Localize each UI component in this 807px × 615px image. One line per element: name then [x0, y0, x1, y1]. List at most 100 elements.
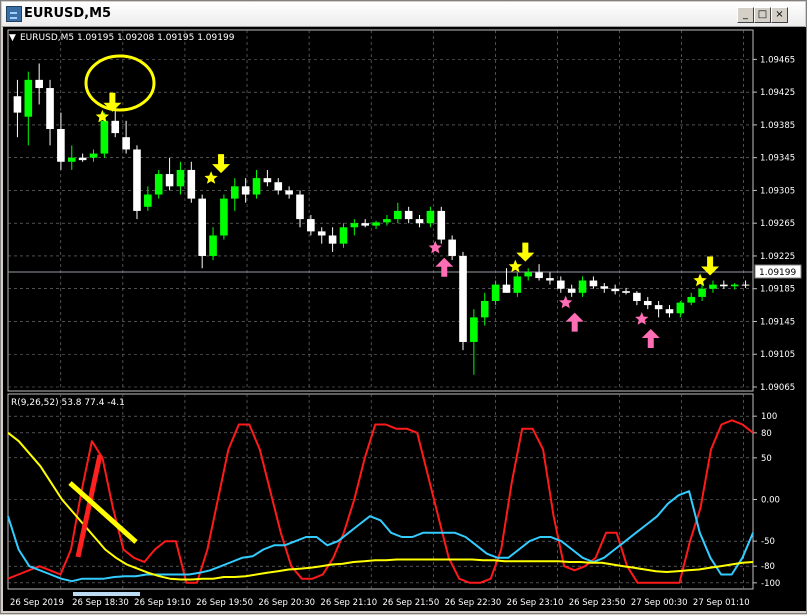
buy-arrow-icon [435, 257, 454, 277]
candle-body [339, 227, 348, 244]
candle-body [350, 223, 359, 228]
candle-body [13, 96, 22, 113]
candle-body [665, 309, 674, 314]
maximize-button[interactable]: □ [754, 7, 771, 23]
time-tick-label: 26 Sep 21:50 [383, 598, 440, 608]
time-tick-label: 26 Sep 18:30 [72, 598, 129, 608]
candle-body [57, 129, 65, 162]
indicator-tick-label: -100 [761, 579, 780, 589]
candle-body [154, 174, 163, 195]
signal-markers [95, 92, 720, 349]
price-tick-label: 1.09265 [760, 219, 795, 229]
candle-body [491, 284, 500, 301]
price-chart-header: EURUSD,M5 1.09195 1.09208 1.09195 1.0919… [20, 33, 235, 43]
candle-body [741, 284, 750, 286]
candle-body [633, 292, 641, 301]
indicator-tick-label: 80 [761, 429, 772, 439]
indicator-line-yellow [7, 432, 754, 581]
candle-body [252, 178, 261, 195]
indicator-header: R(9,26,52) 53.8 77.4 -4.1 [11, 398, 125, 408]
indicator-tick-label: -50 [761, 537, 775, 547]
signal-star-icon [635, 312, 649, 325]
price-pane-frame [7, 29, 754, 392]
candle-body [78, 157, 87, 161]
candle-body [296, 194, 304, 220]
candle-body [285, 190, 293, 195]
grid [8, 30, 753, 589]
indicator-tick-label: 50 [761, 454, 772, 464]
candle-body [35, 79, 43, 89]
chart-canvas[interactable]: 1.09465 1.09425 1.09385 1.09345 1.09305 1.092… [3, 27, 806, 611]
candle-body [187, 169, 196, 199]
candle-body [220, 198, 228, 236]
candle-body [611, 288, 619, 292]
candle-body [122, 137, 130, 150]
candle-body [274, 182, 283, 191]
time-tick-label: 27 Sep 00:30 [631, 598, 688, 608]
candle-body [589, 280, 598, 287]
yellow-trendline-annotation [68, 481, 138, 544]
candle-body [557, 280, 565, 289]
price-tick-label: 1.09225 [760, 252, 795, 262]
candle-body [100, 120, 109, 154]
indicator-tick-label: 100 [761, 412, 777, 422]
sell-arrow-icon [212, 154, 231, 174]
time-tick-label: 26 Sep 19:50 [196, 598, 253, 608]
price-tick-label: 1.09305 [760, 186, 795, 196]
candle-body [546, 278, 554, 281]
window-title: EURUSD,M5 [24, 6, 112, 21]
candle-body [524, 272, 533, 277]
indicator-tick-label: -80 [761, 562, 775, 572]
candle-body [687, 296, 696, 303]
indicator-line-red [7, 419, 754, 584]
candle-body [459, 255, 467, 342]
time-scroll-indicator[interactable] [73, 592, 140, 596]
candle-body [209, 235, 217, 256]
signal-star-icon [204, 171, 218, 184]
price-tick-label: 1.09465 [760, 55, 795, 65]
candle-body [393, 210, 402, 220]
candle-body [46, 88, 54, 129]
title-bar[interactable]: EURUSD,M5 _ □ × [2, 2, 805, 27]
candle-body [654, 305, 663, 310]
candle-body [89, 153, 98, 158]
candle-body [720, 284, 728, 287]
indicator-axis: 100 80 50 0.00 -50 -80 -100 [753, 412, 780, 589]
indicator-tick-label: 0.00 [761, 496, 780, 506]
current-price-label: 1.09199 [759, 268, 796, 278]
time-tick-label: 26 Sep 22:30 [445, 598, 502, 608]
chart-menu-glyph[interactable]: ▼ [9, 33, 16, 43]
candle-body [535, 272, 543, 279]
signal-star-icon [559, 295, 573, 309]
candle-body [415, 219, 424, 224]
price-tick-label: 1.09345 [760, 154, 795, 164]
close-button[interactable]: × [771, 7, 788, 23]
time-tick-label: 26 Sep 23:50 [569, 598, 626, 608]
chart-area[interactable]: 1.09465 1.09425 1.09385 1.09345 1.09305 1.092… [3, 27, 806, 611]
candle-body [513, 276, 522, 293]
candle-body [470, 317, 478, 342]
candle-body [730, 284, 739, 287]
time-tick-label: 27 Sep 01:10 [693, 598, 750, 608]
time-axis: 26 Sep 2019 26 Sep 18:30 26 Sep 19:10 26 Se… [10, 598, 750, 608]
signal-star-icon [95, 109, 109, 123]
candle-body [600, 286, 609, 289]
candle-body [480, 301, 489, 318]
candle-body [643, 301, 652, 306]
candle-body [230, 186, 239, 199]
candle-body [383, 219, 391, 223]
buy-arrow-icon [565, 312, 584, 332]
signal-star-icon [693, 273, 707, 287]
candle-body [111, 120, 120, 134]
candle-body [165, 174, 174, 187]
candle-body [198, 198, 206, 256]
price-tick-label: 1.09105 [760, 350, 795, 360]
candle-body [133, 149, 141, 211]
sell-arrow-icon [701, 256, 720, 276]
candle-body [578, 280, 587, 293]
minimize-button[interactable]: _ [737, 7, 754, 23]
price-tick-label: 1.09185 [760, 285, 795, 295]
candle-body [361, 223, 370, 226]
candle-body [328, 235, 337, 244]
price-tick-label: 1.09425 [760, 88, 795, 98]
